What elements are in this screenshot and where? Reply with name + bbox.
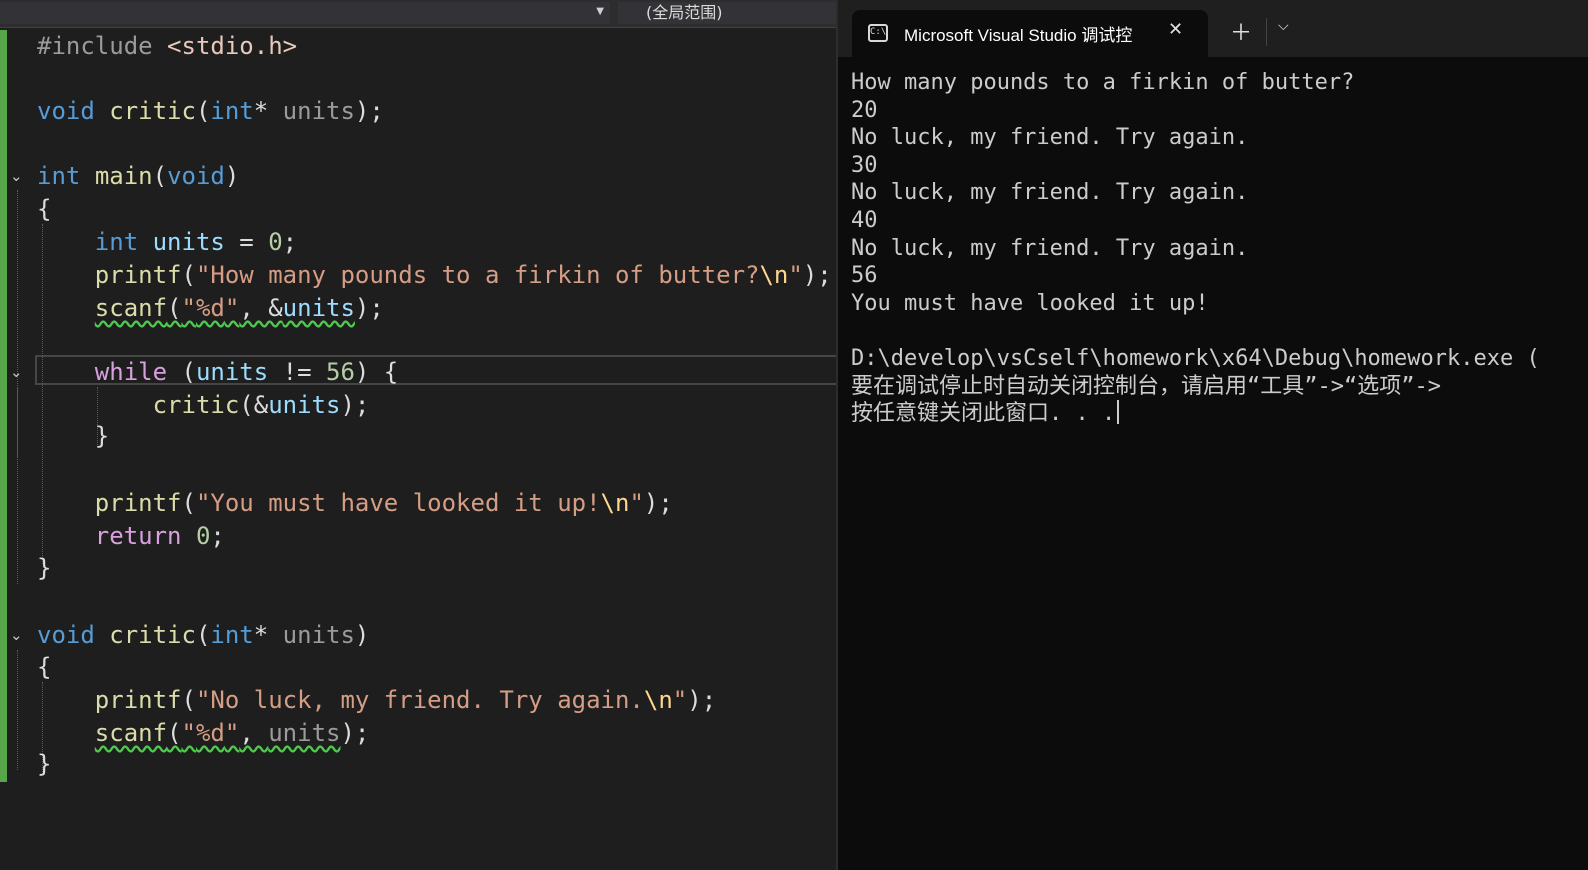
console-line: No luck, my friend. Try again.: [851, 125, 1249, 151]
scope-dropdown[interactable]: (全局范围): [618, 2, 838, 24]
code-line[interactable]: return 0;: [0, 520, 838, 553]
keyword: void: [37, 621, 95, 649]
escape-sequence: \n: [759, 261, 789, 289]
function-name: critic: [109, 621, 196, 649]
variable: units: [195, 358, 269, 386]
function-name: scanf: [94, 294, 168, 322]
escape-sequence: \n: [600, 489, 630, 517]
keyword: int: [37, 162, 81, 190]
code-line[interactable]: critic(&units);: [0, 389, 838, 422]
console-output[interactable]: How many pounds to a firkin of butter? 2…: [851, 69, 1540, 428]
code-line[interactable]: ⌄ void critic(int* units): [0, 619, 838, 652]
fold-chevron-icon[interactable]: ⌄: [10, 160, 23, 193]
function-name: scanf: [94, 719, 168, 747]
fold-chevron-icon[interactable]: ⌄: [10, 356, 23, 389]
string-literal: No luck, my friend. Try again.: [210, 686, 644, 714]
string-literal: %d: [195, 719, 225, 747]
console-prompt-line: 按任意键关闭此窗口. . .: [851, 400, 1540, 428]
number-literal: 56: [326, 358, 355, 386]
console-icon: C:\: [868, 24, 888, 42]
keyword: int: [94, 228, 139, 256]
code-line[interactable]: }: [0, 552, 838, 585]
code-line[interactable]: void critic(int* units);: [0, 95, 838, 128]
variable: units: [152, 228, 225, 256]
keyword: void: [37, 97, 95, 125]
code-editor[interactable]: ▼ (全局范围) #include <stdio.h> void critic(…: [0, 0, 838, 870]
terminal-tab[interactable]: C:\ Microsoft Visual Studio 调试控 ✕: [852, 10, 1208, 57]
string-literal: How many pounds to a firkin of butter?: [210, 261, 760, 289]
number-literal: 0: [195, 522, 211, 550]
tab-title: Microsoft Visual Studio 调试控: [904, 26, 1133, 45]
fold-chevron-icon[interactable]: ⌄: [10, 619, 23, 652]
new-tab-plus-icon[interactable]: ＋: [1230, 15, 1252, 47]
console-line: 30: [851, 152, 878, 178]
function-name: printf: [94, 686, 182, 714]
dropdown-arrow-icon[interactable]: ▼: [596, 6, 604, 17]
keyword: int: [210, 621, 254, 649]
code-line[interactable]: #include <stdio.h>: [0, 30, 838, 63]
console-line: How many pounds to a firkin of butter?: [851, 70, 1355, 95]
code-line[interactable]: scanf("%d", &units);: [0, 292, 838, 325]
console-line: No luck, my friend. Try again.: [851, 235, 1249, 261]
variable: units: [282, 294, 355, 322]
control-keyword: return: [94, 522, 182, 550]
include-header: <stdio.h>: [167, 32, 298, 60]
code-line[interactable]: {: [0, 193, 838, 226]
code-line[interactable]: printf("No luck, my friend. Try again.\n…: [0, 684, 838, 717]
function-name: printf: [94, 489, 182, 517]
code-line[interactable]: {: [0, 651, 838, 684]
close-tab-icon[interactable]: ✕: [1168, 19, 1183, 40]
code-line[interactable]: ⌄ int main(void): [0, 160, 838, 193]
keyword: void: [167, 162, 225, 190]
control-keyword: while: [94, 358, 168, 386]
text-cursor: [1117, 400, 1120, 425]
navigation-bar: ▼ (全局范围): [0, 0, 838, 28]
code-line[interactable]: ⌄ while (units != 56) {: [0, 356, 838, 389]
function-name: main: [94, 162, 153, 190]
console-line: No luck, my friend. Try again.: [851, 180, 1249, 206]
function-name: critic: [109, 97, 196, 125]
function-name: printf: [94, 261, 182, 289]
keyword: int: [210, 97, 254, 125]
code-line[interactable]: }: [0, 748, 838, 781]
divider: [1266, 18, 1267, 46]
variable: units: [268, 391, 341, 419]
preprocessor-directive: #include: [37, 32, 153, 60]
string-literal: %d: [195, 294, 225, 322]
code-line[interactable]: scanf("%d", units);: [0, 717, 838, 750]
code-line[interactable]: printf("How many pounds to a firkin of b…: [0, 259, 838, 292]
console-line: 56: [851, 263, 878, 289]
chevron-down-icon[interactable]: ⌵: [1278, 18, 1289, 34]
function-name: critic: [152, 391, 240, 419]
console-line: 按任意键关闭此窗口. . .: [851, 401, 1116, 427]
parameter: units: [268, 719, 341, 747]
string-literal: You must have looked it up!: [210, 489, 601, 517]
code-line[interactable]: int units = 0;: [0, 226, 838, 259]
console-line: 20: [851, 97, 878, 123]
escape-sequence: \n: [643, 686, 673, 714]
console-line: 要在调试停止时自动关闭控制台，请启用“工具”->“选项”->: [851, 373, 1441, 399]
console-line: You must have looked it up!: [851, 290, 1209, 316]
parameter: units: [282, 97, 355, 125]
console-line: D:\develop\vsCself\homework\x64\Debug\ho…: [851, 345, 1540, 371]
project-dropdown[interactable]: ▼: [0, 2, 610, 24]
number-literal: 0: [268, 228, 283, 256]
parameter: units: [282, 621, 355, 649]
console-line: 40: [851, 207, 878, 233]
code-line[interactable]: }: [0, 420, 838, 453]
terminal-titlebar[interactable]: C:\ Microsoft Visual Studio 调试控 ✕ ＋ ⌵: [838, 0, 1588, 57]
code-line[interactable]: printf("You must have looked it up!\n");: [0, 487, 838, 520]
debug-console-window[interactable]: C:\ Microsoft Visual Studio 调试控 ✕ ＋ ⌵ Ho…: [836, 0, 1588, 870]
